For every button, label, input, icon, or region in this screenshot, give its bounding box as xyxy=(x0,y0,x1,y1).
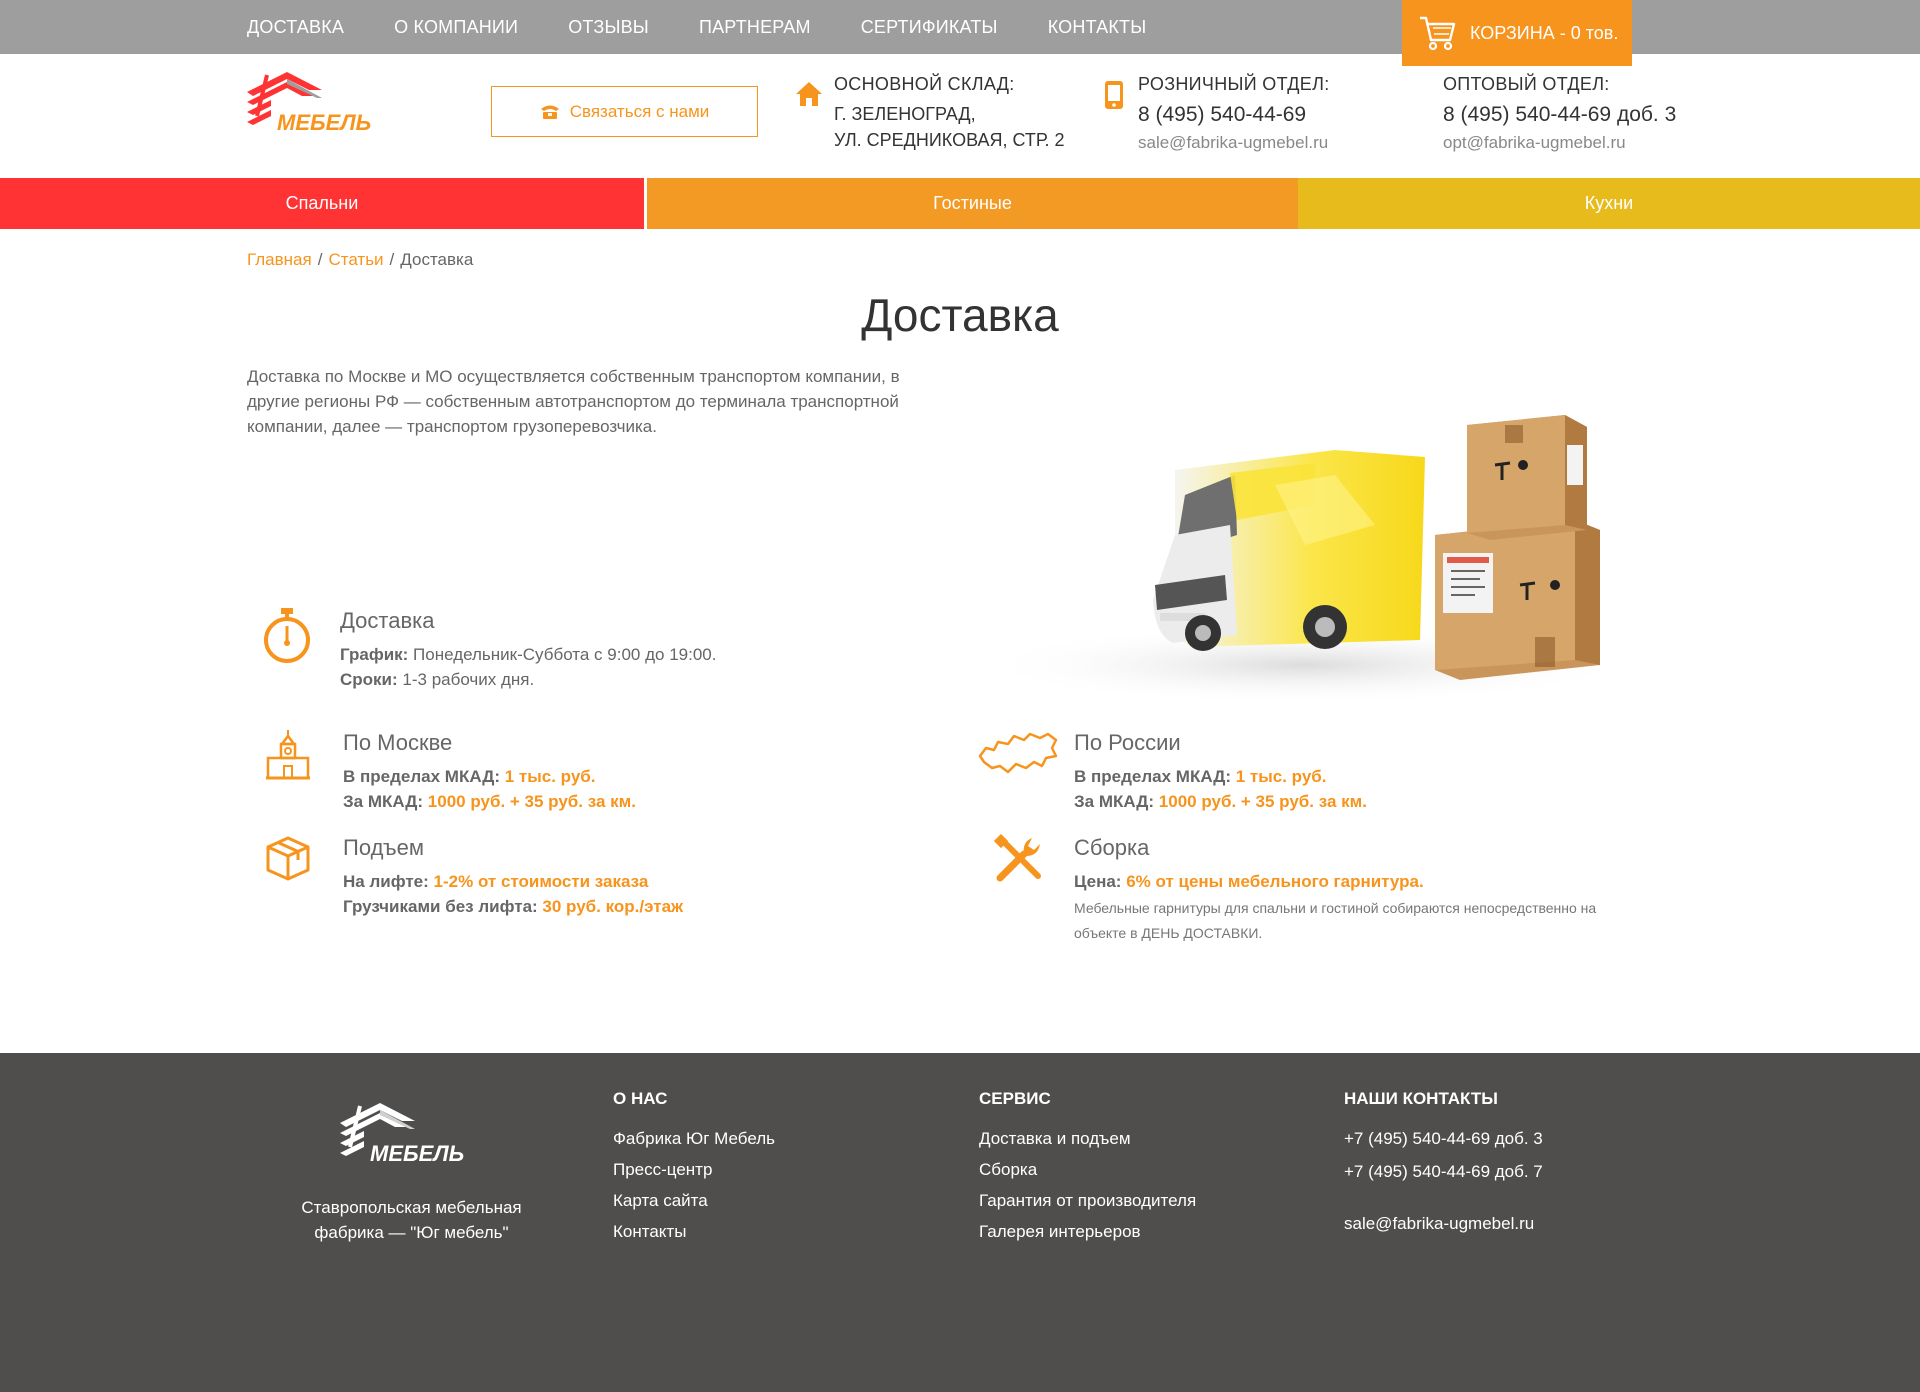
footer-link-assembly[interactable]: Сборка xyxy=(979,1160,1196,1180)
retail-email[interactable]: sale@fabrika-ugmebel.ru xyxy=(1138,133,1330,153)
russia-block: По России В пределах МКАД: 1 тыс. руб. З… xyxy=(1074,730,1367,814)
footer-service-column: СЕРВИС Доставка и подъем Сборка Гарантия… xyxy=(979,1089,1196,1253)
assembly-title: Сборка xyxy=(1074,835,1150,860)
tools-icon xyxy=(994,834,1041,882)
footer-link-sitemap[interactable]: Карта сайта xyxy=(613,1191,775,1211)
footer-phone-1[interactable]: +7 (495) 540-44-69 доб. 3 xyxy=(1344,1129,1543,1149)
moscow-block: По Москве В пределах МКАД: 1 тыс. руб. З… xyxy=(343,730,636,814)
russia-outside-label: За МКАД: xyxy=(1074,792,1155,811)
kremlin-tower-icon xyxy=(266,730,310,780)
home-icon xyxy=(796,82,822,106)
footer-service-heading: СЕРВИС xyxy=(979,1089,1051,1108)
nav-partners[interactable]: ПАРТНЕРАМ xyxy=(699,0,811,54)
delivery-van-boxes-illustration xyxy=(975,415,1635,705)
footer-contacts-column: НАШИ КОНТАКТЫ +7 (495) 540-44-69 доб. 3 … xyxy=(1344,1089,1543,1247)
russia-title: По России xyxy=(1074,730,1181,755)
lift-title: Подъем xyxy=(343,835,425,860)
retail-info: РОЗНИЧНЫЙ ОТДЕЛ: 8 (495) 540-44-69 sale@… xyxy=(1138,74,1330,153)
footer-logo-text: МЕБЕЛЬ xyxy=(370,1141,464,1166)
footer-link-delivery[interactable]: Доставка и подъем xyxy=(979,1129,1196,1149)
footer-contacts-heading: НАШИ КОНТАКТЫ xyxy=(1344,1089,1498,1108)
cart-icon xyxy=(1420,16,1456,51)
russia-map-icon xyxy=(978,732,1058,774)
retail-phone[interactable]: 8 (495) 540-44-69 xyxy=(1138,103,1330,127)
schedule-label: График: xyxy=(340,645,409,664)
delivery-title: Доставка xyxy=(340,608,435,633)
retail-label: РОЗНИЧНЫЙ ОТДЕЛ: xyxy=(1138,74,1330,94)
breadcrumb-articles[interactable]: Статьи xyxy=(328,250,383,269)
assembly-price-label: Цена: xyxy=(1074,872,1122,891)
logo[interactable]: МЕБЕЛЬ xyxy=(247,72,391,138)
breadcrumb-home[interactable]: Главная xyxy=(247,250,312,269)
intro-text: Доставка по Москве и МО осуществляется с… xyxy=(247,367,900,436)
category-bar: Спальни Гостиные Кухни xyxy=(0,178,1920,229)
footer-logo[interactable]: МЕБЕЛЬ xyxy=(340,1103,484,1169)
wholesale-info: ОПТОВЫЙ ОТДЕЛ: 8 (495) 540-44-69 доб. 3 … xyxy=(1443,74,1676,153)
footer-link-factory[interactable]: Фабрика Юг Мебель xyxy=(613,1129,775,1149)
footer-link-contacts[interactable]: Контакты xyxy=(613,1222,775,1242)
wholesale-email[interactable]: opt@fabrika-ugmebel.ru xyxy=(1443,133,1676,153)
nav-contacts[interactable]: КОНТАКТЫ xyxy=(1048,0,1147,54)
nav-reviews[interactable]: ОТЗЫВЫ xyxy=(568,0,649,54)
elevator-value: 1-2% от стоимости заказа xyxy=(433,872,649,891)
moscow-title: По Москве xyxy=(343,730,453,755)
footer-link-press[interactable]: Пресс-центр xyxy=(613,1160,775,1180)
warehouse-label: ОСНОВНОЙ СКЛАД: xyxy=(834,74,1015,94)
stopwatch-icon xyxy=(264,608,310,663)
mobile-phone-icon xyxy=(1105,81,1123,109)
russia-inside-value: 1 тыс. руб. xyxy=(1235,767,1327,786)
delivery-block: Доставка График: Понедельник-Суббота с 9… xyxy=(340,608,716,692)
category-living-rooms[interactable]: Гостиные xyxy=(647,178,1298,229)
footer-link-warranty[interactable]: Гарантия от производителя xyxy=(979,1191,1196,1211)
moscow-inside-label: В пределах МКАД: xyxy=(343,767,501,786)
loaders-value: 30 руб. кор./этаж xyxy=(542,897,684,916)
assembly-block: Сборка Цена: 6% от цены мебельного гарни… xyxy=(1074,835,1644,946)
breadcrumb: Главная / Статьи / Доставка xyxy=(247,250,474,269)
assembly-note: Мебельные гарнитуры для спальни и гостин… xyxy=(1074,900,1597,941)
footer: МЕБЕЛЬ Ставропольская мебельная фабрика … xyxy=(0,1053,1920,1392)
top-bar: ДОСТАВКА О КОМПАНИИ ОТЗЫВЫ ПАРТНЕРАМ СЕР… xyxy=(0,0,1920,54)
footer-phone-2[interactable]: +7 (495) 540-44-69 доб. 7 xyxy=(1344,1162,1543,1182)
wholesale-phone[interactable]: 8 (495) 540-44-69 доб. 3 xyxy=(1443,103,1676,127)
terms-label: Сроки: xyxy=(340,670,398,689)
loaders-label: Грузчиками без лифта: xyxy=(343,897,538,916)
top-navigation: ДОСТАВКА О КОМПАНИИ ОТЗЫВЫ ПАРТНЕРАМ СЕР… xyxy=(247,0,1196,54)
assembly-price-value: 6% от цены мебельного гарнитура. xyxy=(1126,872,1424,891)
cart-button[interactable]: КОРЗИНА - 0 тов. xyxy=(1402,0,1632,66)
wholesale-label: ОПТОВЫЙ ОТДЕЛ: xyxy=(1443,74,1610,94)
nav-about[interactable]: О КОМПАНИИ xyxy=(394,0,518,54)
footer-email[interactable]: sale@fabrika-ugmebel.ru xyxy=(1344,1214,1543,1234)
footer-about-heading: О НАС xyxy=(613,1089,668,1108)
nav-certificates[interactable]: СЕРТИФИКАТЫ xyxy=(861,0,998,54)
moscow-outside-value: 1000 руб. + 35 руб. за км. xyxy=(427,792,636,811)
cart-label: КОРЗИНА - 0 тов. xyxy=(1470,22,1619,43)
contact-us-label: Связаться с нами xyxy=(569,101,710,121)
footer-logo-mark-icon: МЕБЕЛЬ xyxy=(340,1103,464,1166)
elevator-label: На лифте: xyxy=(343,872,429,891)
logo-text: МЕБЕЛЬ xyxy=(277,110,371,135)
footer-about-column: О НАС Фабрика Юг Мебель Пресс-центр Карт… xyxy=(613,1089,775,1253)
moscow-inside-value: 1 тыс. руб. xyxy=(504,767,596,786)
terms-value: 1-3 рабочих дня. xyxy=(397,670,535,689)
moscow-outside-label: За МКАД: xyxy=(343,792,424,811)
footer-link-gallery[interactable]: Галерея интерьеров xyxy=(979,1222,1196,1242)
box-icon xyxy=(266,836,310,881)
warehouse-address-line2: УЛ. СРЕДНИКОВАЯ, СТР. 2 xyxy=(834,130,1065,150)
category-kitchens[interactable]: Кухни xyxy=(1298,178,1920,229)
russia-outside-value: 1000 руб. + 35 руб. за км. xyxy=(1158,792,1367,811)
warehouse-info: ОСНОВНОЙ СКЛАД: Г. ЗЕЛЕНОГРАД, УЛ. СРЕДН… xyxy=(834,74,1065,153)
russia-inside-label: В пределах МКАД: xyxy=(1074,767,1232,786)
footer-description: Ставропольская мебельная фабрика — "Юг м… xyxy=(301,1198,522,1242)
lift-block: Подъем На лифте: 1-2% от стоимости заказ… xyxy=(343,835,683,919)
logo-mark-icon: МЕБЕЛЬ xyxy=(247,72,371,135)
page-title: Доставка xyxy=(861,289,1059,341)
schedule-value: Понедельник-Суббота с 9:00 до 19:00. xyxy=(408,645,717,664)
contact-us-button[interactable]: Связаться с нами xyxy=(491,86,758,137)
breadcrumb-current: Доставка xyxy=(400,250,474,269)
category-bedrooms[interactable]: Спальни xyxy=(0,178,644,229)
nav-delivery[interactable]: ДОСТАВКА xyxy=(247,0,344,54)
phone-icon xyxy=(540,105,559,119)
warehouse-address-line1: Г. ЗЕЛЕНОГРАД, xyxy=(834,104,976,124)
